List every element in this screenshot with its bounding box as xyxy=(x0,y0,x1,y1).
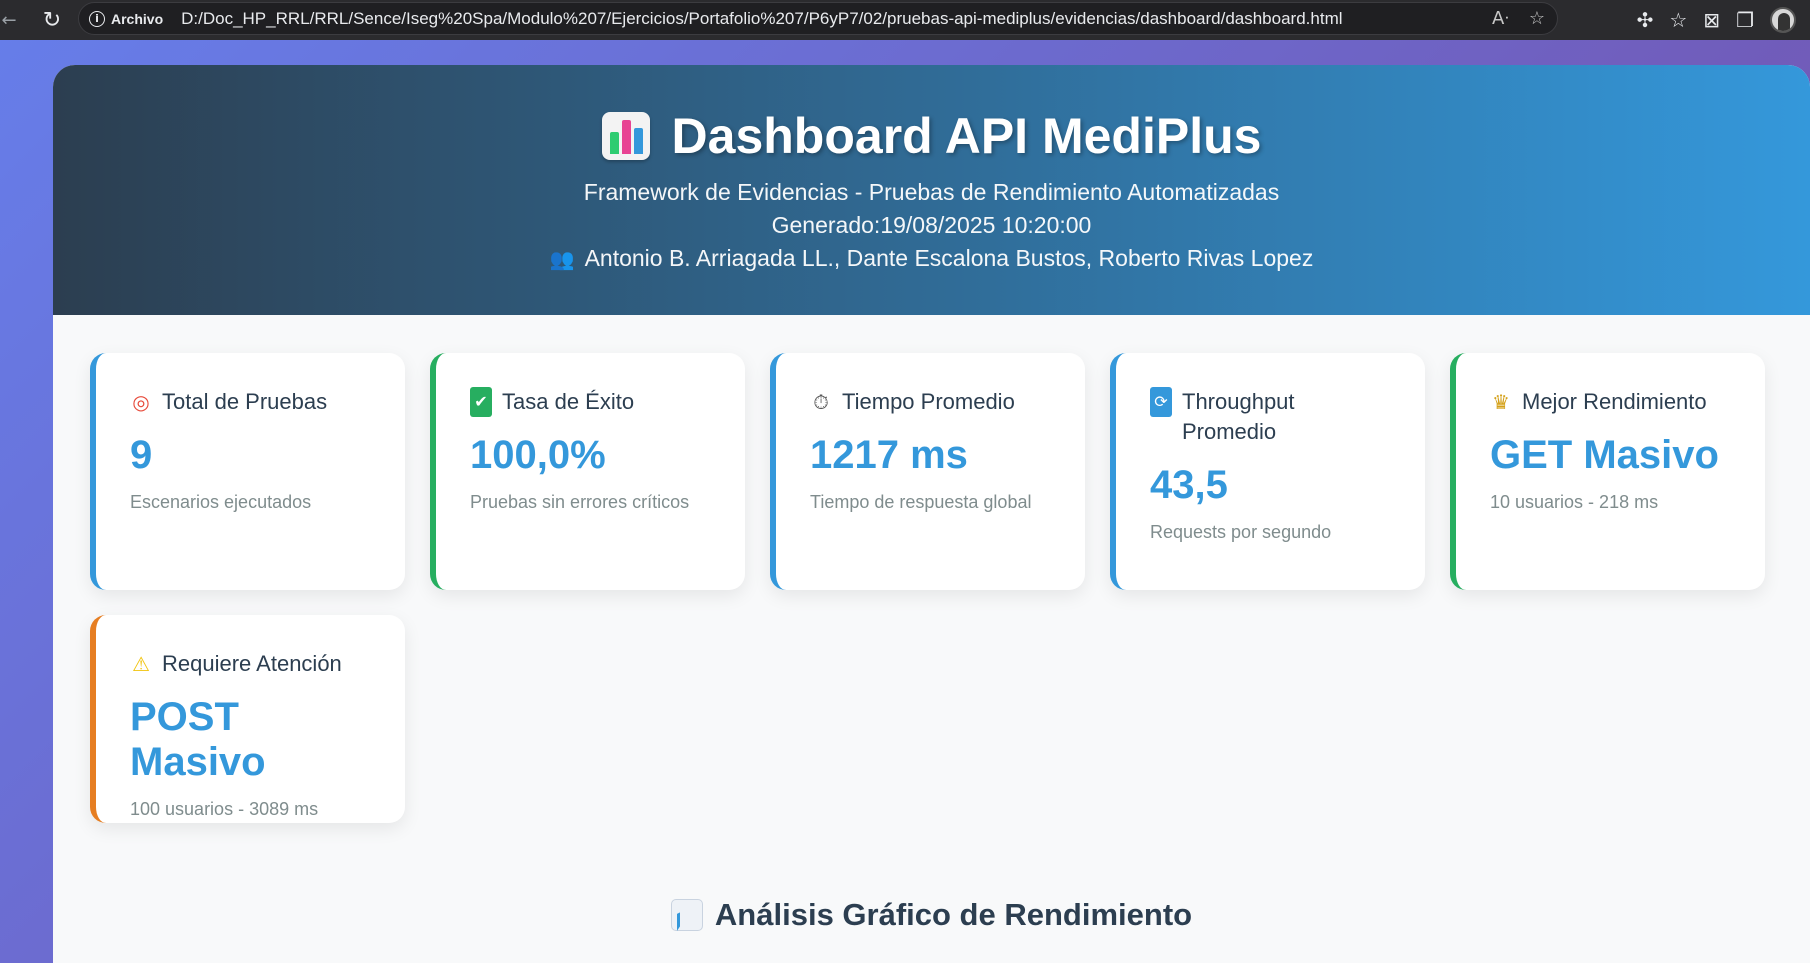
metric-card-best: ♛ Mejor Rendimiento GET Masivo 10 usuari… xyxy=(1450,353,1765,590)
card-value: 9 xyxy=(130,433,153,477)
section-title: Análisis Gráfico de Rendimiento xyxy=(53,897,1810,933)
avatar[interactable] xyxy=(1770,7,1796,33)
dashboard-container: Dashboard API MediPlus Framework de Evid… xyxy=(53,65,1810,963)
authors-line: 👥 Antonio B. Arriagada LL., Dante Escalo… xyxy=(53,245,1810,272)
card-title: Requiere Atención xyxy=(162,651,342,676)
site-label: Archivo xyxy=(111,10,164,27)
star-icon[interactable]: ☆ xyxy=(1529,8,1545,29)
card-value: 100,0% xyxy=(470,433,606,477)
trophy-icon: ♛ xyxy=(1492,390,1510,414)
metric-cards: ◎ Total de Pruebas 9 Escenarios ejecutad… xyxy=(90,353,1773,823)
page-subtitle: Framework de Evidencias - Pruebas de Ren… xyxy=(583,179,1280,205)
favorites-list-icon[interactable]: ☆ xyxy=(1669,8,1687,32)
bar-chart-icon xyxy=(601,112,650,160)
people-icon: 👥 xyxy=(549,246,575,271)
metric-card-throughput: ⟳ Throughput Promedio 43,5 Requests por … xyxy=(1110,353,1425,590)
section-title-text: Análisis Gráfico de Rendimiento xyxy=(714,897,1193,932)
card-title: Tasa de Éxito xyxy=(502,389,635,414)
url-text[interactable]: D:/Doc_HP_RRL/RRL/Sence/Iseg%20Spa/Modul… xyxy=(181,9,1342,29)
card-value: 1217 ms xyxy=(810,433,968,477)
check-icon: ✔ xyxy=(470,387,492,417)
browser-toolbar: ← ↻ i Archivo D:/Doc_HP_RRL/RRL/Sence/Is… xyxy=(0,0,1810,40)
card-value: GET Masivo xyxy=(1490,433,1719,477)
puzzle-icon[interactable]: ✣ xyxy=(1637,8,1654,32)
card-value: 43,5 xyxy=(1150,463,1228,507)
card-description: Pruebas sin errores críticos xyxy=(470,492,690,512)
reload-icon[interactable]: ↻ xyxy=(32,0,72,40)
arrow-left-icon[interactable]: ← xyxy=(0,0,18,40)
refresh-icon: ⟳ xyxy=(1150,387,1172,417)
generated-timestamp: Generado:19/08/2025 10:20:00 xyxy=(771,212,1092,238)
collections-icon[interactable]: ❐ xyxy=(1736,8,1754,32)
metric-card-total: ◎ Total de Pruebas 9 Escenarios ejecutad… xyxy=(90,353,405,590)
dashboard-body: ◎ Total de Pruebas 9 Escenarios ejecutad… xyxy=(53,315,1810,963)
info-icon[interactable]: i xyxy=(89,10,105,27)
metric-card-attention: ⚠ Requiere Atención POST Masivo 100 usua… xyxy=(90,615,405,823)
card-title: Total de Pruebas xyxy=(162,389,328,414)
stopwatch-icon: ⏱ xyxy=(813,390,829,414)
card-description: Escenarios ejecutados xyxy=(130,492,312,512)
trend-chart-icon xyxy=(670,899,703,931)
target-icon: ◎ xyxy=(132,390,150,414)
card-description: Tiempo de respuesta global xyxy=(810,492,1032,512)
web-capture-icon[interactable]: ⊠ xyxy=(1703,8,1720,32)
card-description: 100 usuarios - 3089 ms xyxy=(130,799,319,819)
metric-card-avg-time: ⏱ Tiempo Promedio 1217 ms Tiempo de resp… xyxy=(770,353,1085,590)
page-title-text: Dashboard API MediPlus xyxy=(671,108,1262,164)
warning-icon: ⚠ xyxy=(132,652,150,676)
page-title: Dashboard API MediPlus xyxy=(53,107,1810,165)
read-aloud-icon[interactable]: Aᐧ xyxy=(1492,8,1509,29)
metric-card-success-rate: ✔ Tasa de Éxito 100,0% Pruebas sin error… xyxy=(430,353,745,590)
card-description: 10 usuarios - 218 ms xyxy=(1490,492,1659,512)
card-title: Mejor Rendimiento xyxy=(1522,389,1707,414)
card-value: POST Masivo xyxy=(130,695,266,784)
authors-text: Antonio B. Arriagada LL., Dante Escalona… xyxy=(584,245,1314,271)
dashboard-header: Dashboard API MediPlus Framework de Evid… xyxy=(53,65,1810,315)
card-description: Requests por segundo xyxy=(1150,522,1332,542)
card-title: Throughput Promedio xyxy=(1182,389,1295,444)
address-bar[interactable]: i Archivo D:/Doc_HP_RRL/RRL/Sence/Iseg%2… xyxy=(78,2,1558,35)
card-title: Tiempo Promedio xyxy=(842,389,1015,414)
